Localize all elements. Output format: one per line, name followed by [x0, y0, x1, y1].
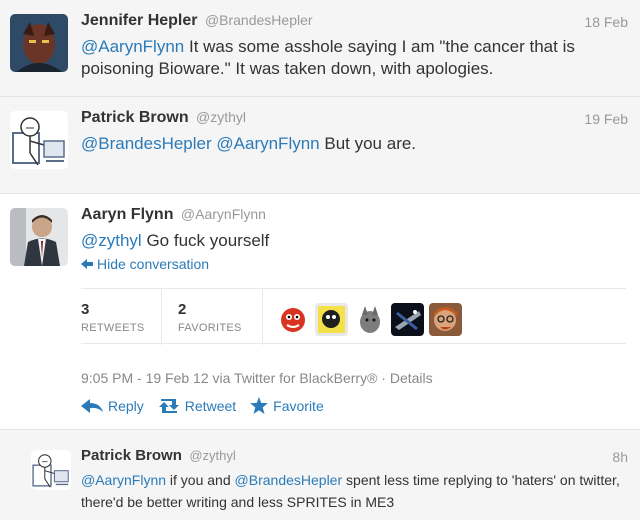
user-avatar-thumb[interactable]: [277, 303, 310, 336]
tweet-text: @AarynFlynn if you and @BrandesHepler sp…: [81, 469, 628, 513]
favorites-stat[interactable]: 2 FAVORITES: [178, 301, 242, 334]
tweet-header: Patrick Brown @zythyl 19 Feb: [81, 109, 628, 131]
timestamp[interactable]: 19 Feb: [584, 111, 628, 127]
tweet-header: Aaryn Flynn @AarynFlynn: [81, 206, 628, 228]
stats-divider: [161, 289, 162, 345]
author-handle[interactable]: @zythyl: [189, 448, 235, 463]
tweet-jennifer-hepler[interactable]: Jennifer Hepler @BrandesHepler 18 Feb @A…: [0, 0, 640, 97]
tweet-meta: 9:05 PM - 19 Feb 12 via Twitter for Blac…: [81, 370, 433, 386]
avatar-aaryn-flynn[interactable]: [10, 208, 68, 266]
user-avatar-thumb[interactable]: [391, 303, 424, 336]
mention-link[interactable]: @BrandesHepler: [235, 472, 343, 488]
favorite-label: Favorite: [273, 397, 324, 414]
author-name[interactable]: Aaryn Flynn: [81, 206, 173, 223]
tweet-stats: 3 RETWEETS 2 FAVORITES: [81, 288, 626, 345]
hide-arrow-icon: [81, 258, 93, 272]
tweet-patrick-brown[interactable]: Patrick Brown @zythyl 19 Feb @BrandesHep…: [0, 97, 640, 194]
details-link[interactable]: Details: [390, 370, 433, 386]
author-name[interactable]: Patrick Brown: [81, 109, 189, 126]
mention-link[interactable]: @AarynFlynn: [81, 472, 166, 488]
engaged-users-avatars: [277, 303, 462, 336]
tweet-actions: Reply Retweet Favorite: [81, 397, 324, 414]
retweets-count: 3: [81, 301, 90, 318]
tweet-text: @BrandesHepler @AarynFlynn But you are.: [81, 133, 628, 155]
author-handle[interactable]: @zythyl: [196, 109, 246, 125]
stats-divider: [262, 289, 263, 345]
favorite-button[interactable]: Favorite: [250, 397, 324, 414]
avatar-patrick-brown[interactable]: [31, 450, 71, 490]
avatar-patrick-brown[interactable]: [10, 111, 68, 169]
tweet-header: Patrick Brown @zythyl 8h: [81, 447, 628, 469]
author-name[interactable]: Patrick Brown: [81, 447, 182, 464]
tweet-patrick-brown-reply[interactable]: Patrick Brown @zythyl 8h @AarynFlynn if …: [0, 430, 640, 520]
author-name[interactable]: Jennifer Hepler: [81, 12, 197, 29]
reply-label: Reply: [108, 397, 144, 414]
retweet-label: Retweet: [184, 397, 237, 414]
favorites-count: 2: [178, 301, 187, 318]
tweet-header: Jennifer Hepler @BrandesHepler 18 Feb: [81, 12, 628, 34]
avatar-jennifer-hepler[interactable]: [10, 14, 68, 72]
retweets-stat[interactable]: 3 RETWEETS: [81, 301, 145, 334]
retweets-label: RETWEETS: [81, 322, 145, 334]
reply-icon: [81, 398, 103, 413]
reply-button[interactable]: Reply: [81, 397, 144, 414]
mention-link[interactable]: @zythyl: [81, 231, 142, 250]
tweet-body: if you and: [166, 472, 235, 488]
favorite-star-icon: [250, 397, 269, 414]
tweet-aaryn-flynn-expanded[interactable]: Aaryn Flynn @AarynFlynn @zythyl Go fuck …: [0, 194, 640, 430]
author-handle[interactable]: @AarynFlynn: [181, 206, 266, 222]
timestamp-source: 9:05 PM - 19 Feb 12 via Twitter for Blac…: [81, 370, 390, 386]
author-handle[interactable]: @BrandesHepler: [205, 12, 313, 28]
mention-link[interactable]: @AarynFlynn: [216, 134, 319, 153]
tweet-body: Go fuck yourself: [141, 231, 270, 250]
hide-conversation-label: Hide conversation: [97, 256, 210, 272]
retweet-button[interactable]: Retweet: [158, 397, 236, 414]
tweet-text: @AarynFlynn It was some asshole saying I…: [81, 36, 628, 80]
user-avatar-thumb[interactable]: [315, 303, 348, 336]
tweet-body: But you are.: [319, 134, 417, 153]
retweet-icon: [158, 398, 180, 413]
hide-conversation-link[interactable]: Hide conversation: [81, 256, 209, 272]
mention-link[interactable]: @BrandesHepler: [81, 134, 212, 153]
user-avatar-thumb[interactable]: [429, 303, 462, 336]
mention-link[interactable]: @AarynFlynn: [81, 37, 184, 56]
timestamp[interactable]: 18 Feb: [584, 14, 628, 30]
timestamp[interactable]: 8h: [612, 449, 628, 465]
tweet-text: @zythyl Go fuck yourself: [81, 230, 628, 252]
favorites-label: FAVORITES: [178, 322, 242, 334]
user-avatar-thumb[interactable]: [353, 303, 386, 336]
